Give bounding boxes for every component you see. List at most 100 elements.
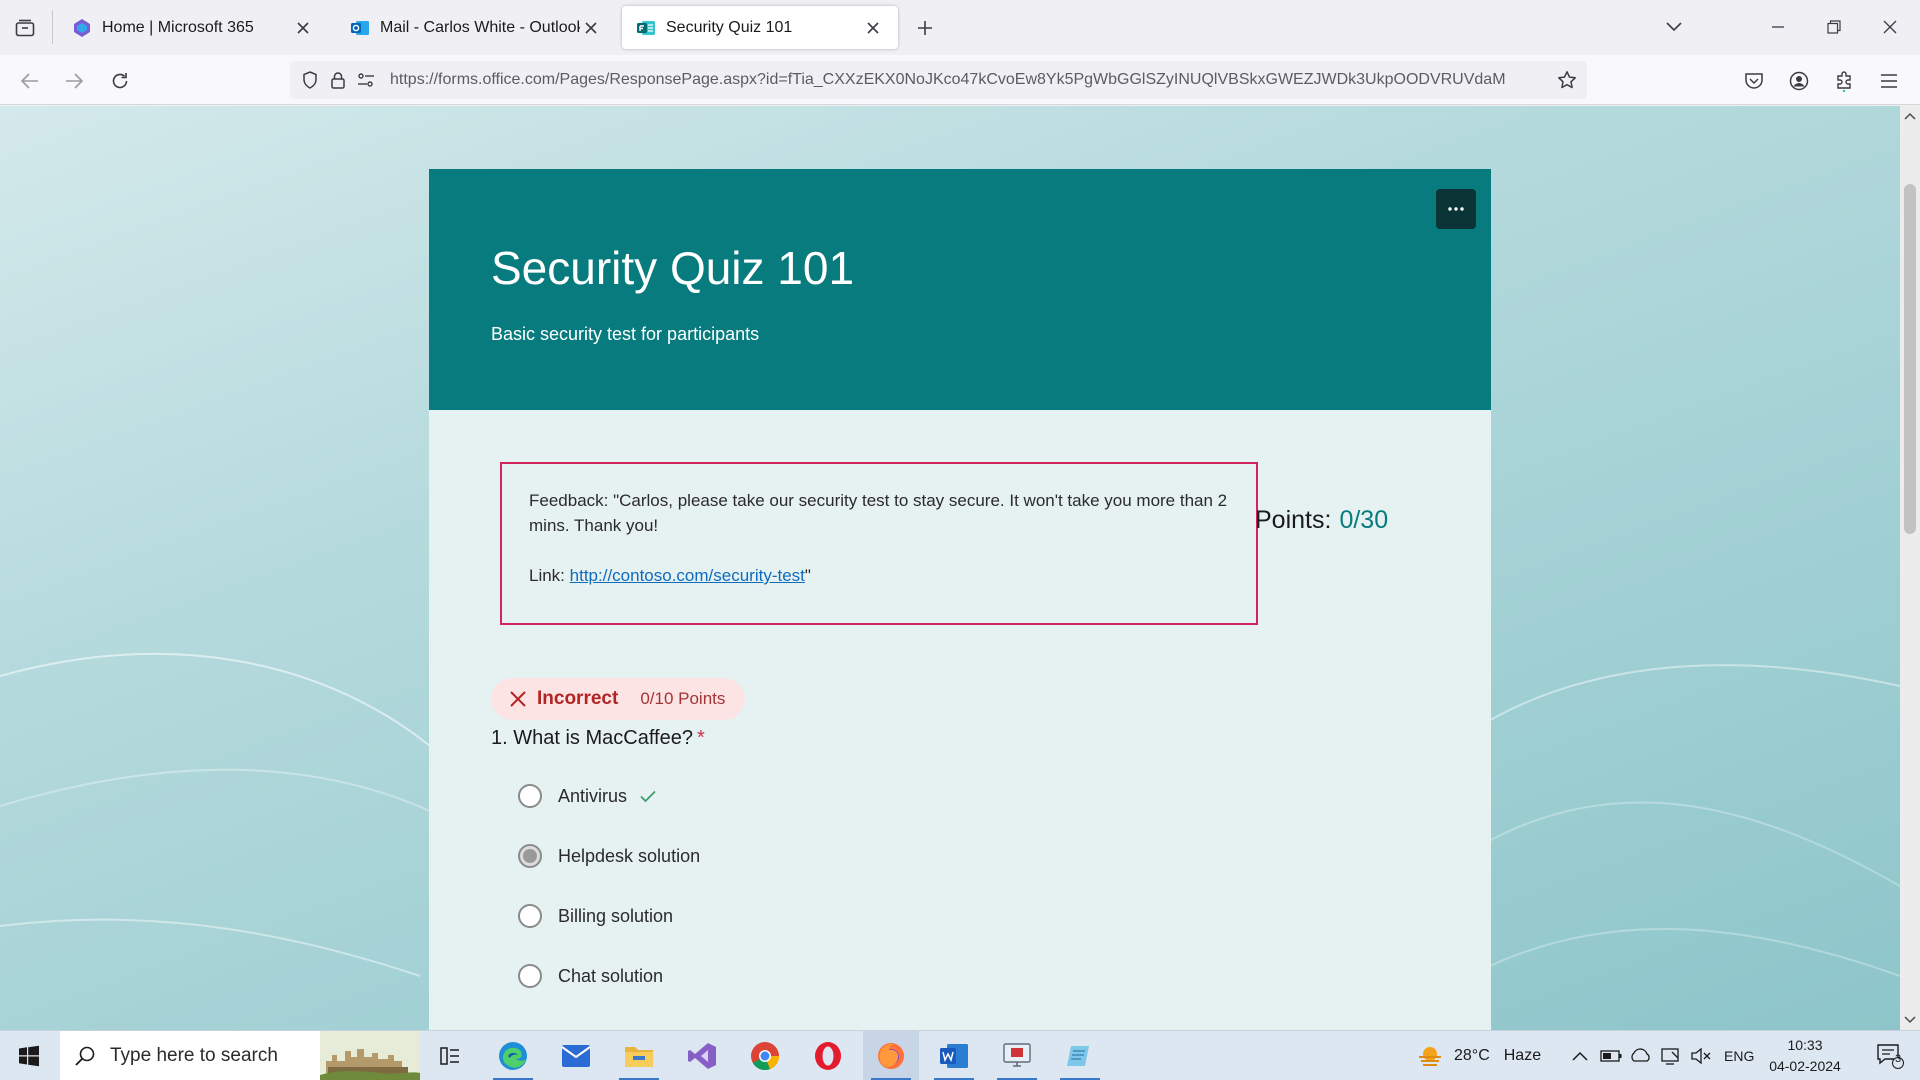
taskbar-search-box[interactable]: Type here to search (60, 1031, 420, 1080)
option-label: Antivirus (558, 785, 628, 806)
show-hidden-icons-chevron-icon[interactable] (1572, 1031, 1588, 1080)
form-card: Security Quiz 101 Basic security test fo… (429, 169, 1491, 1030)
word-icon[interactable] (926, 1031, 982, 1080)
feedback-box: Feedback: "Carlos, please take our secur… (500, 462, 1258, 625)
extensions-icon[interactable] (1828, 65, 1860, 97)
feedback-link[interactable]: http://contoso.com/security-test (570, 566, 805, 585)
browser-navigation-bar: https://forms.office.com/Pages/ResponseP… (0, 55, 1920, 105)
chrome-icon[interactable] (737, 1031, 793, 1080)
lock-icon[interactable] (324, 66, 352, 94)
page-scrollbar[interactable] (1900, 106, 1920, 1030)
menu-hamburger-icon[interactable] (1873, 65, 1905, 97)
language-indicator[interactable]: ENG (1724, 1031, 1754, 1080)
form-header: Security Quiz 101 Basic security test fo… (429, 169, 1491, 410)
close-window-icon[interactable] (1872, 10, 1908, 44)
option-label: Chat solution (558, 965, 664, 986)
search-icon (60, 1045, 110, 1067)
feedback-link-prefix: Link: (529, 566, 570, 585)
battery-icon[interactable] (1600, 1031, 1622, 1080)
close-icon[interactable] (580, 17, 602, 39)
account-icon[interactable] (1783, 65, 1815, 97)
pocket-icon[interactable] (1738, 65, 1770, 97)
bookmark-star-icon[interactable] (1553, 66, 1581, 94)
correct-check-icon (640, 790, 656, 803)
option-chat-solution[interactable]: Chat solution (518, 961, 663, 991)
question-number: 1. (491, 727, 508, 749)
display-icon[interactable] (1660, 1031, 1682, 1080)
tab-security-quiz[interactable]: Security Quiz 101 (622, 6, 898, 49)
radio-button[interactable] (518, 784, 542, 808)
firefox-icon[interactable] (863, 1031, 919, 1080)
forms-icon (637, 20, 655, 35)
option-billing-solution[interactable]: Billing solution (518, 901, 673, 931)
clock-date: 04-02-2024 (1769, 1058, 1841, 1074)
task-view-icon[interactable] (422, 1031, 478, 1080)
web-page: Security Quiz 101 Basic security test fo… (0, 106, 1920, 1030)
tab-title: Home | Microsoft 365 (102, 18, 254, 36)
option-helpdesk-solution[interactable]: Helpdesk solution (518, 841, 700, 871)
close-icon[interactable] (862, 17, 884, 39)
option-label: Billing solution (558, 905, 674, 926)
radio-button[interactable] (518, 964, 542, 988)
scroll-up-arrow-icon[interactable] (1902, 108, 1918, 124)
tab-divider (52, 10, 53, 44)
form-description: Basic security test for participants (491, 324, 760, 344)
forward-arrow-icon[interactable] (58, 65, 90, 97)
tab-microsoft-365[interactable]: Home | Microsoft 365 (58, 6, 328, 49)
tab-title: Security Quiz 101 (666, 18, 793, 36)
url-text[interactable]: https://forms.office.com/Pages/ResponseP… (390, 71, 1553, 89)
reload-icon[interactable] (104, 65, 136, 97)
clock[interactable]: 10:33 04-02-2024 (1765, 1035, 1845, 1077)
network-icon[interactable] (1630, 1031, 1652, 1080)
form-title: Security Quiz 101 (491, 242, 855, 294)
address-bar[interactable]: https://forms.office.com/Pages/ResponseP… (290, 61, 1587, 99)
new-tab-icon[interactable] (910, 13, 940, 43)
more-options-button[interactable] (1436, 189, 1476, 229)
notification-count: 3 (1894, 1053, 1902, 1065)
question-title: 1. What is MacCaffee? * (491, 727, 705, 750)
question-text: What is MacCaffee? (513, 727, 693, 749)
points-label: Points: (1255, 506, 1332, 534)
back-arrow-icon[interactable] (14, 65, 46, 97)
incorrect-x-icon (510, 691, 526, 707)
tracking-shield-icon[interactable] (296, 66, 324, 94)
tab-list-icon[interactable] (10, 13, 40, 43)
radio-button-selected[interactable] (518, 844, 542, 868)
opera-icon[interactable] (800, 1031, 856, 1080)
feedback-link-suffix: " (804, 566, 811, 585)
tab-outlook[interactable]: Mail - Carlos White - Outlook (336, 6, 616, 49)
minimize-icon[interactable] (1760, 10, 1796, 44)
visual-studio-icon[interactable] (674, 1031, 730, 1080)
result-label: Incorrect (537, 688, 619, 709)
notification-center-icon[interactable]: 3 (1866, 1031, 1914, 1080)
volume-muted-icon[interactable] (1690, 1031, 1712, 1080)
radio-button[interactable] (518, 904, 542, 928)
notepad-icon[interactable] (1052, 1031, 1108, 1080)
close-icon[interactable] (292, 17, 314, 39)
weather-description: Haze (1503, 1047, 1542, 1064)
option-antivirus[interactable]: Antivirus (518, 781, 657, 811)
search-highlight-castle-icon (320, 1031, 420, 1080)
feedback-link-line: Link: http://contoso.com/security-test" (529, 563, 1236, 588)
scroll-down-arrow-icon[interactable] (1902, 1012, 1918, 1028)
haze-sun-icon (1419, 1047, 1441, 1066)
restore-icon[interactable] (1816, 10, 1852, 44)
option-label: Helpdesk solution (558, 845, 701, 866)
microsoft-365-icon (74, 18, 90, 37)
edge-icon[interactable] (485, 1031, 541, 1080)
scrollbar-thumb[interactable] (1904, 184, 1916, 534)
points-value: 0/30 (1339, 506, 1389, 534)
mail-icon[interactable] (548, 1031, 604, 1080)
result-badge: Incorrect 0/10 Points (491, 678, 746, 720)
weather-widget[interactable]: 28°C Haze (1416, 1031, 1541, 1080)
windows-taskbar: Type here to search 28°C Haze ENG 10:33 … (0, 1030, 1920, 1080)
ellipsis-icon (1448, 207, 1464, 211)
file-explorer-icon[interactable] (611, 1031, 667, 1080)
required-mark: * (696, 727, 705, 749)
outlook-icon (351, 20, 369, 35)
windows-start-icon[interactable] (0, 1031, 58, 1080)
search-placeholder: Type here to search (110, 1045, 278, 1066)
remote-desktop-icon[interactable] (989, 1031, 1045, 1080)
permissions-icon[interactable] (352, 66, 380, 94)
list-all-tabs-icon[interactable] (1656, 10, 1692, 44)
